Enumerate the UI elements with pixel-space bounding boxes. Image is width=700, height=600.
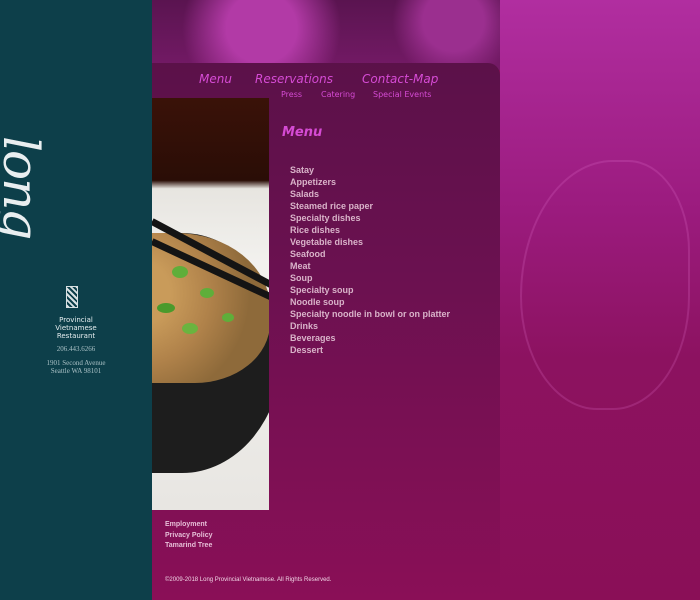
soup-photo [152,98,269,510]
copyright-text: ©2009-2018 Long Provincial Vietnamese. A… [165,577,332,583]
menu-item-specialty-dishes[interactable]: Specialty dishes [290,212,450,224]
address-line: Seattle WA 98101 [50,367,102,375]
nav-special-events[interactable]: Special Events [373,90,431,99]
nav-menu[interactable]: Menu [199,72,232,86]
menu-item-appetizers[interactable]: Appetizers [290,176,450,188]
scallion-shape [172,266,188,278]
scallion-shape [200,288,214,298]
menu-item-drinks[interactable]: Drinks [290,320,450,332]
menu-item-specialty-noodle[interactable]: Specialty noodle in bowl or on platter [290,308,450,320]
sidebar: long Provincial Vietnamese Restaurant 20… [0,0,152,600]
logo-wordmark: long [0,136,50,239]
menu-item-noodle-soup[interactable]: Noodle soup [290,296,450,308]
contact-info: 206.443.6266 1901 Second Avenue Seattle … [30,345,122,375]
scallion-shape [157,303,175,313]
logo[interactable]: long [0,78,108,318]
nav-catering[interactable]: Catering [321,90,355,99]
primary-nav: Menu Reservations Contact-Map [152,72,500,90]
page-title: Menu [282,125,323,140]
seal-icon [66,286,78,308]
address-line: 1901 Second Avenue [46,359,106,367]
menu-item-seafood[interactable]: Seafood [290,248,450,260]
menu-item-satay[interactable]: Satay [290,164,450,176]
menu-item-vegetable-dishes[interactable]: Vegetable dishes [290,236,450,248]
tagline-line: Restaurant [56,332,96,340]
phone-number: 206.443.6266 [56,345,96,353]
menu-item-steamed-rice-paper[interactable]: Steamed rice paper [290,200,450,212]
nav-press[interactable]: Press [281,90,302,99]
menu-item-dessert[interactable]: Dessert [290,344,450,356]
restaurant-tagline: Provincial Vietnamese Restaurant [30,316,122,340]
scallion-shape [222,313,234,322]
menu-category-list: Satay Appetizers Salads Steamed rice pap… [290,164,450,356]
tagline-line: Vietnamese [55,324,97,332]
menu-item-beverages[interactable]: Beverages [290,332,450,344]
scallion-shape [182,323,198,334]
footer-link-privacy-policy[interactable]: Privacy Policy [165,531,212,542]
menu-item-salads[interactable]: Salads [290,188,450,200]
menu-item-meat[interactable]: Meat [290,260,450,272]
nav-reservations[interactable]: Reservations [255,72,333,86]
menu-item-rice-dishes[interactable]: Rice dishes [290,224,450,236]
nav-contact-map[interactable]: Contact-Map [362,72,438,86]
footer-link-tamarind-tree[interactable]: Tamarind Tree [165,541,212,552]
menu-item-soup[interactable]: Soup [290,272,450,284]
menu-item-specialty-soup[interactable]: Specialty soup [290,284,450,296]
footer-link-employment[interactable]: Employment [165,520,212,531]
tagline-line: Provincial [59,316,93,324]
footer-links: Employment Privacy Policy Tamarind Tree [165,520,212,552]
